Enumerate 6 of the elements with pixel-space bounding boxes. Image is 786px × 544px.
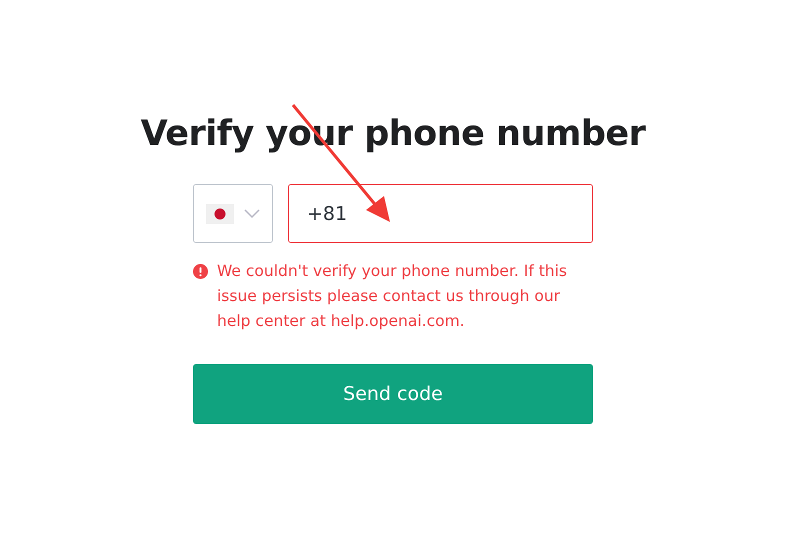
error-message: We couldn't verify your phone number. If this issue persists please contact us through our help center at help.openai.com. (217, 261, 568, 332)
phone-input[interactable]: +81 (288, 184, 593, 243)
error-icon (193, 264, 208, 279)
country-select[interactable] (193, 184, 273, 243)
flag-icon (206, 204, 234, 224)
chevron-down-icon (244, 208, 260, 218)
